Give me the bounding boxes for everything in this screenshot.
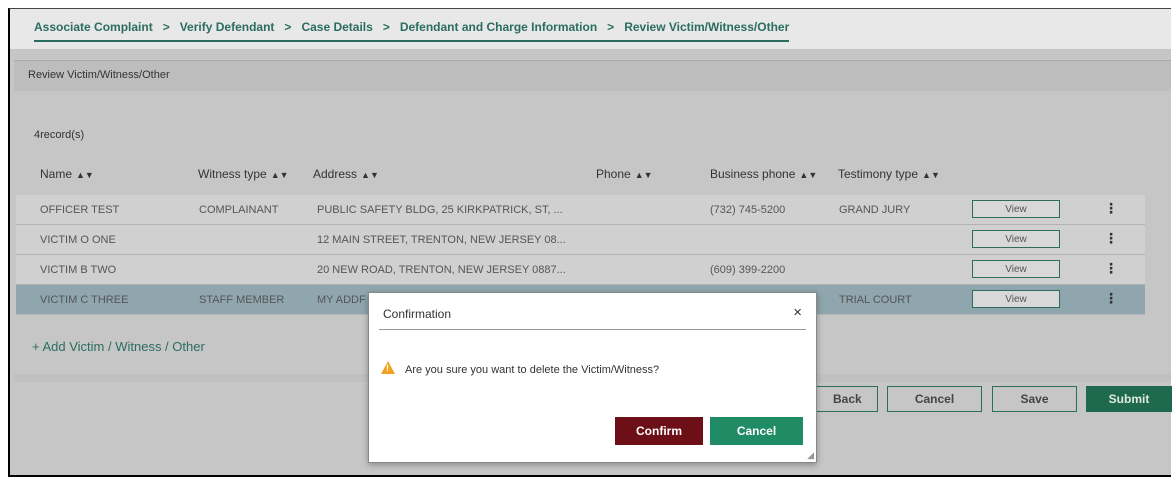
wizard-header: Associate Complaint > Verify Defendant >…: [10, 9, 1171, 49]
panel-header: Review Victim/Witness/Other: [14, 60, 1171, 91]
breadcrumb-verify-defendant[interactable]: Verify Defendant: [180, 20, 275, 34]
cell-address: MY ADDF: [317, 294, 366, 306]
table-row[interactable]: OFFICER TEST COMPLAINANT PUBLIC SAFETY B…: [16, 195, 1145, 225]
column-header-business-phone[interactable]: Business phone ▲▼: [710, 167, 817, 181]
column-header-testimony-type[interactable]: Testimony type ▲▼: [838, 167, 940, 181]
cell-name: OFFICER TEST: [40, 204, 120, 216]
view-button[interactable]: View: [972, 230, 1060, 248]
sort-icon[interactable]: ▲▼: [271, 170, 289, 180]
table-row[interactable]: VICTIM O ONE 12 MAIN STREET, TRENTON, NE…: [16, 225, 1145, 255]
record-count: 4record(s): [34, 129, 85, 141]
sort-icon[interactable]: ▲▼: [799, 170, 817, 180]
sort-icon[interactable]: ▲▼: [76, 170, 94, 180]
chevron-right-icon: >: [607, 20, 615, 34]
breadcrumb-defendant-charge-info[interactable]: Defendant and Charge Information: [400, 20, 597, 34]
dialog-title: Confirmation: [383, 307, 452, 321]
sort-icon[interactable]: ▲▼: [922, 170, 940, 180]
cell-address: 20 NEW ROAD, TRENTON, NEW JERSEY 0887...: [317, 264, 566, 276]
view-button[interactable]: View: [972, 290, 1060, 308]
save-button[interactable]: Save: [992, 386, 1077, 412]
breadcrumb: Associate Complaint > Verify Defendant >…: [34, 20, 790, 42]
panel-title: Review Victim/Witness/Other: [28, 69, 170, 81]
cell-name: VICTIM O ONE: [40, 234, 116, 246]
cell-business-phone: (732) 745-5200: [710, 204, 786, 216]
cell-witness-type: STAFF MEMBER: [199, 294, 285, 306]
cell-witness-type: COMPLAINANT: [199, 204, 279, 216]
chevron-right-icon: >: [162, 20, 170, 34]
more-options-icon[interactable]: ⋮: [1104, 230, 1118, 247]
confirmation-dialog: Confirmation × ! Are you sure you want t…: [368, 292, 817, 463]
table-header: Name ▲▼ Witness type ▲▼ Address ▲▼ Phone ▲▼ …: [10, 161, 1171, 187]
view-button[interactable]: View: [972, 260, 1060, 278]
column-header-witness-type[interactable]: Witness type ▲▼: [198, 167, 289, 181]
add-victim-witness-link[interactable]: + Add Victim / Witness / Other: [32, 339, 205, 354]
cell-name: VICTIM B TWO: [40, 264, 117, 276]
cell-testimony-type: GRAND JURY: [839, 204, 911, 216]
cell-business-phone: (609) 399-2200: [710, 264, 786, 276]
back-button[interactable]: Back: [810, 386, 878, 412]
resize-handle-icon[interactable]: ◢: [807, 450, 814, 461]
column-header-address[interactable]: Address ▲▼: [313, 167, 379, 181]
more-options-icon[interactable]: ⋮: [1104, 290, 1118, 307]
dialog-cancel-button[interactable]: Cancel: [710, 417, 803, 445]
breadcrumb-associate-complaint[interactable]: Associate Complaint: [34, 20, 153, 34]
column-header-phone[interactable]: Phone ▲▼: [596, 167, 653, 181]
sort-icon[interactable]: ▲▼: [635, 170, 653, 180]
cell-address: 12 MAIN STREET, TRENTON, NEW JERSEY 08..…: [317, 234, 566, 246]
close-icon[interactable]: ×: [793, 304, 802, 321]
cell-name: VICTIM C THREE: [40, 294, 129, 306]
cell-testimony-type: TRIAL COURT: [839, 294, 912, 306]
submit-button[interactable]: Submit: [1086, 386, 1172, 412]
breadcrumb-review-victim-witness[interactable]: Review Victim/Witness/Other: [624, 20, 789, 34]
dialog-message: Are you sure you want to delete the Vict…: [405, 364, 660, 376]
warning-icon-mark: !: [386, 363, 389, 373]
column-header-name[interactable]: Name ▲▼: [40, 167, 94, 181]
more-options-icon[interactable]: ⋮: [1104, 260, 1118, 277]
table-row[interactable]: VICTIM B TWO 20 NEW ROAD, TRENTON, NEW J…: [16, 255, 1145, 285]
breadcrumb-case-details[interactable]: Case Details: [301, 20, 372, 34]
chevron-right-icon: >: [382, 20, 390, 34]
cancel-button[interactable]: Cancel: [887, 386, 982, 412]
cell-address: PUBLIC SAFETY BLDG, 25 KIRKPATRICK, ST, …: [317, 204, 563, 216]
view-button[interactable]: View: [972, 200, 1060, 218]
sort-icon[interactable]: ▲▼: [361, 170, 379, 180]
chevron-right-icon: >: [284, 20, 292, 34]
divider: [379, 329, 806, 330]
more-options-icon[interactable]: ⋮: [1104, 200, 1118, 217]
confirm-button[interactable]: Confirm: [615, 417, 703, 445]
